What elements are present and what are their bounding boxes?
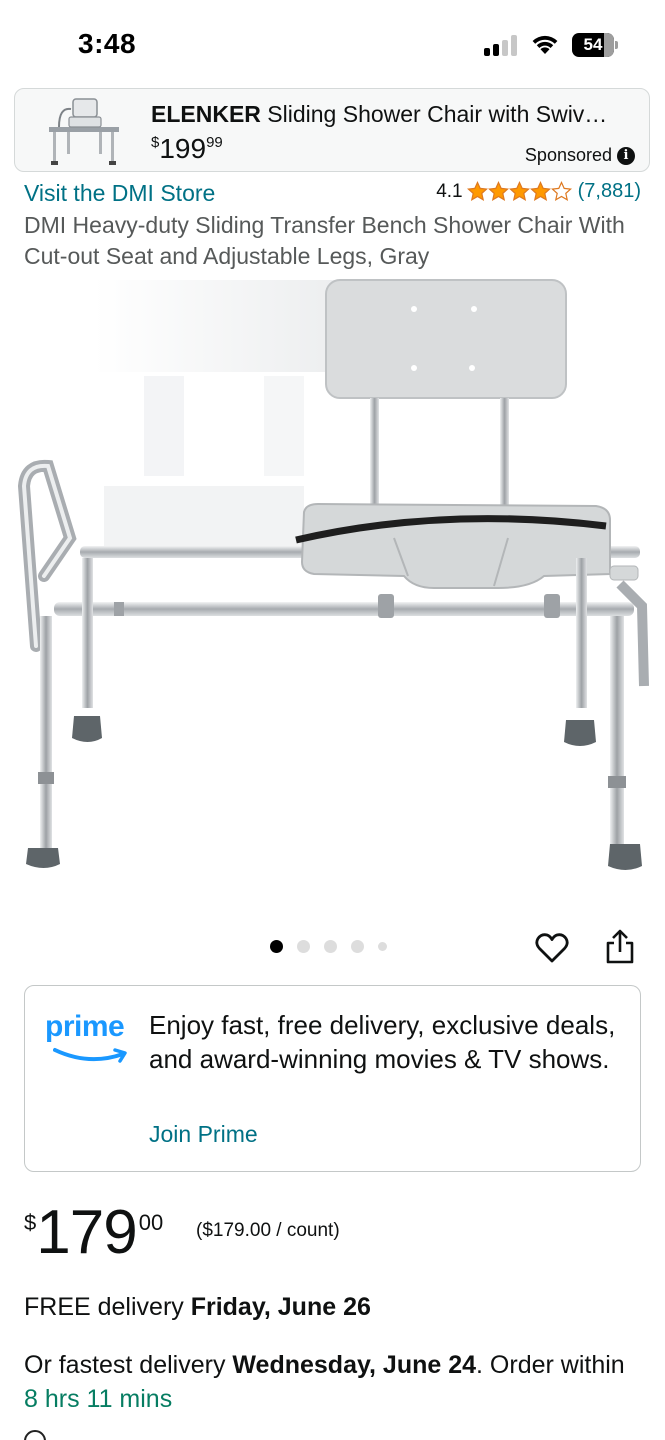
prime-promo-card[interactable]: prime Enjoy fast, free delivery, exclusi… (24, 985, 641, 1172)
join-prime-link[interactable]: Join Prime (149, 1121, 258, 1148)
sponsored-ad-banner[interactable]: ELENKER Sliding Shower Chair with Swiv… … (14, 88, 650, 172)
product-image[interactable] (14, 276, 654, 886)
ad-price-cents: 99 (206, 134, 223, 151)
rating-value: 4.1 (436, 180, 463, 202)
ad-brand: ELENKER (151, 101, 261, 127)
share-icon[interactable] (604, 928, 636, 966)
star-full-icon (508, 181, 530, 202)
price-symbol: $ (24, 1210, 37, 1235)
product-rating[interactable]: 4.1 (7,881) (436, 180, 641, 203)
heart-outline-icon[interactable] (534, 930, 570, 966)
prime-logo-text: prime (45, 1010, 125, 1043)
star-rating (466, 181, 572, 202)
info-icon[interactable]: i (617, 146, 635, 165)
unit-price: ($179.00 / count) (196, 1220, 340, 1241)
price-whole: 179 (36, 1198, 137, 1267)
delivery-prefix: FREE delivery (24, 1293, 191, 1321)
rating-count[interactable]: (7,881) (578, 180, 641, 203)
star-full-icon (487, 181, 509, 202)
sponsored-label[interactable]: Sponsored i (525, 145, 635, 166)
fastest-prefix: Or fastest delivery (24, 1351, 233, 1379)
status-time: 3:48 (78, 28, 137, 59)
ad-title: ELENKER Sliding Shower Chair with Swiv… (151, 101, 631, 128)
image-carousel-dots[interactable] (270, 940, 387, 953)
prime-message: Enjoy fast, free delivery, exclusive dea… (149, 1010, 616, 1074)
ad-product-thumbnail (49, 98, 119, 165)
sponsored-text: Sponsored (524, 145, 612, 165)
carousel-dot[interactable] (378, 942, 387, 951)
delivery-date: Friday, June 26 (190, 1293, 371, 1321)
star-full-icon (466, 181, 488, 202)
star-partial-icon (550, 181, 572, 202)
location-icon[interactable] (24, 1430, 46, 1440)
carousel-dot[interactable] (297, 940, 310, 953)
delivery-countdown: 8 hrs 11 mins (24, 1385, 173, 1413)
battery-icon: 54 (572, 33, 618, 57)
wifi-icon (532, 35, 558, 54)
ad-price: $19999 (151, 133, 223, 165)
visit-store-link[interactable]: Visit the DMI Store (24, 180, 215, 207)
fastest-date: Wednesday, June 24 (232, 1351, 477, 1379)
carousel-dot[interactable] (324, 940, 337, 953)
free-delivery-info: FREE delivery Friday, June 26 (24, 1293, 371, 1322)
product-price: $ 179 00 (24, 1200, 163, 1266)
carousel-dot[interactable] (270, 940, 283, 953)
battery-level: 54 (583, 35, 603, 54)
prime-logo: prime (45, 1010, 135, 1070)
cellular-signal-icon (484, 34, 520, 56)
order-within-prefix: . Order within (476, 1351, 625, 1379)
prime-smile-icon (53, 1048, 127, 1063)
ad-title-rest: Sliding Shower Chair with Swiv… (260, 101, 608, 127)
fastest-delivery-info: Or fastest delivery Wednesday, June 24. … (24, 1348, 644, 1416)
product-title: DMI Heavy-duty Sliding Transfer Bench Sh… (24, 212, 625, 269)
star-full-icon (529, 181, 551, 202)
price-fraction: 00 (138, 1210, 164, 1235)
ad-price-whole: 199 (159, 133, 207, 164)
status-bar: 3:48 54 (0, 0, 665, 88)
carousel-dot[interactable] (351, 940, 364, 953)
